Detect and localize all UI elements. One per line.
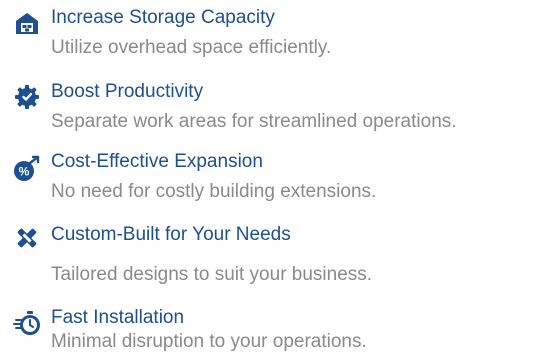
feature-title: Increase Storage Capacity	[51, 7, 275, 28]
svg-text:%: %	[19, 165, 30, 179]
feature-list: Increase Storage Capacity Utilize overhe…	[0, 0, 560, 364]
feature-description: No need for costly building extensions.	[51, 181, 377, 202]
savings-icon: %	[12, 154, 42, 184]
feature-title: Custom-Built for Your Needs	[51, 224, 291, 245]
feature-description: Utilize overhead space efficiently.	[51, 37, 332, 58]
feature-description: Minimal disruption to your operations.	[51, 331, 367, 352]
feature-description: Separate work areas for streamlined oper…	[51, 111, 457, 132]
warehouse-icon	[12, 8, 42, 38]
gear-icon	[12, 82, 42, 112]
stopwatch-icon	[12, 308, 42, 338]
feature-title: Boost Productivity	[51, 81, 204, 102]
feature-description: Tailored designs to suit your business.	[51, 264, 373, 285]
tools-icon	[12, 223, 42, 253]
feature-title: Fast Installation	[51, 307, 185, 328]
feature-title: Cost-Effective Expansion	[51, 151, 263, 172]
